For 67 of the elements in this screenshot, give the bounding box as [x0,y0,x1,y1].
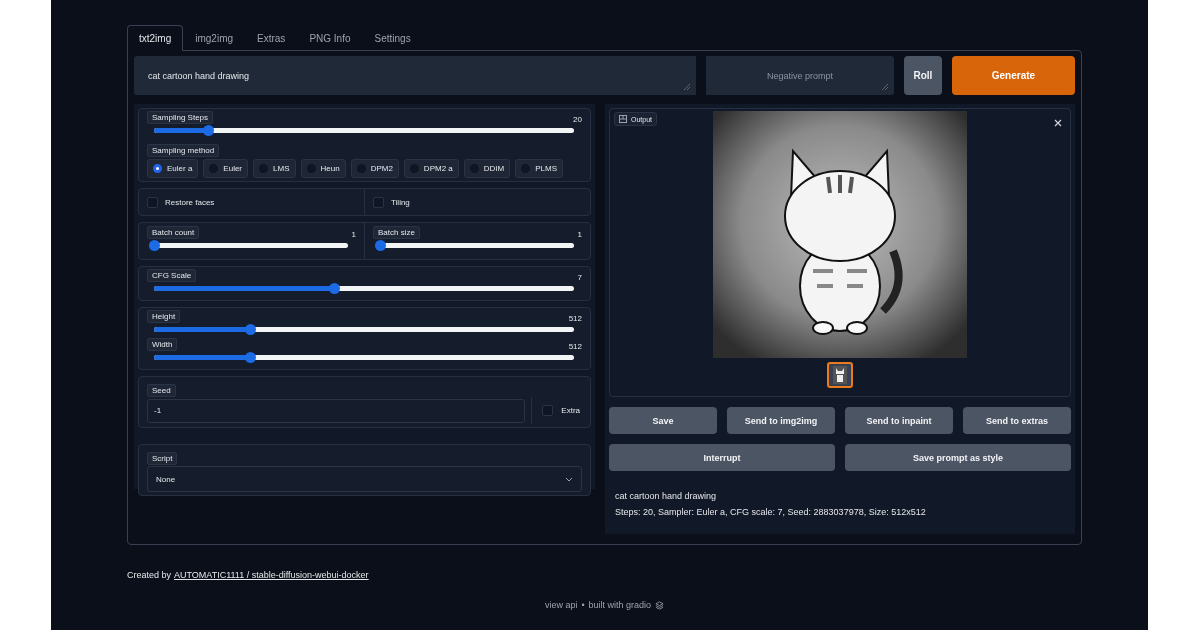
resize-handle-icon[interactable] [684,84,690,90]
prompt-text: cat cartoon hand drawing [615,491,718,501]
slider-thumb[interactable] [148,240,160,251]
prompt-field[interactable]: cat cartoon hand drawing [134,56,696,95]
script-dropdown[interactable]: None [147,466,582,492]
radio-option[interactable]: Heun [300,159,346,178]
tab[interactable]: txt2img [127,25,184,51]
slider-label: CFG Scale [147,269,197,282]
separator-dot: • [581,600,585,610]
radio-option[interactable]: PLMS [515,159,563,178]
generation-info: Steps: 20, Sampler: Euler a, CFG scale: 7, Seed: 2883037978, Size: 512x512 [615,507,927,517]
tab[interactable]: img2img [183,25,246,50]
action-button[interactable]: Send to extras [963,407,1071,434]
close-icon[interactable] [1054,119,1062,127]
slider-thumb[interactable] [374,240,386,251]
roll-button[interactable]: Roll [904,56,942,95]
checkbox[interactable] [147,196,158,208]
image-icon [619,115,627,123]
seed-field[interactable]: -1 [147,398,526,423]
slider-thumb[interactable] [245,352,257,363]
action-button[interactable]: Send to inpaint [845,407,953,434]
slider-thumb[interactable] [203,125,215,136]
negative-prompt-field[interactable]: Negative prompt [706,56,894,95]
slider-label: Batch size [373,226,420,239]
slider-thumb[interactable] [329,283,341,294]
radio-option[interactable]: Euler a [147,159,199,178]
slider-value: 512 [568,341,582,351]
logo-icon [655,600,665,610]
slider-value: 1 [577,229,582,239]
slider-value: 20 [573,114,582,124]
view-api-link[interactable]: view api [544,600,578,610]
tab[interactable]: Extras [245,25,298,50]
slider-value: 512 [568,313,582,323]
radio-group-label: Sampling method [147,144,220,157]
slider-value: 7 [577,272,582,282]
action-button[interactable]: Send to img2img [727,407,835,434]
slider-label: Height [147,310,181,323]
field-label: Seed [147,384,176,397]
credit-text: Created by [127,570,172,580]
checkbox[interactable] [373,196,384,208]
action-button[interactable]: Interrupt [609,444,835,471]
radio-button[interactable] [153,164,162,173]
field-label: Script [147,452,178,465]
action-button[interactable]: Save [609,407,717,434]
checkbox-label: Tiling [391,197,410,207]
credit-link[interactable]: AUTOMATIC1111 / stable-diffusion-webui-docker [174,570,369,580]
radio-option[interactable]: DPM2 a [403,159,459,178]
resize-handle-icon[interactable] [882,84,888,90]
slider-label: Batch count [147,226,200,239]
radio-option[interactable]: DDIM [463,159,511,178]
action-button[interactable]: Save prompt as style [845,444,1071,471]
generate-button[interactable]: Generate [951,56,1075,95]
tab[interactable]: Settings [362,25,423,50]
tab[interactable]: PNG Info [297,25,363,50]
radio-option[interactable]: DPM2 [350,159,399,178]
checkbox[interactable] [542,405,554,416]
slider-label: Width [147,338,178,351]
checkbox-label: Restore faces [165,197,215,207]
slider-value: 1 [351,229,356,239]
chevron-down-icon [565,476,573,482]
slider-thumb[interactable] [245,324,257,335]
radio-option[interactable]: LMS [253,159,296,178]
checkbox-label: Extra [561,406,580,415]
gradio-link[interactable]: built with gradio [588,600,652,610]
thumbnail-button[interactable] [827,362,853,388]
slider-label: Sampling Steps [147,111,214,124]
radio-option[interactable]: Euler [203,159,249,178]
